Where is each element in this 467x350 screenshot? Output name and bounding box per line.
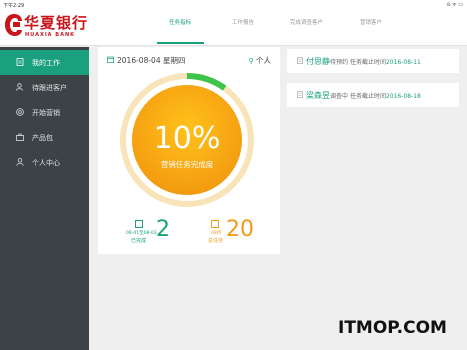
- sidebar-item-label: 开始营销: [32, 109, 60, 117]
- task-item-text: 付思静待预约 任务截止时间2016-08-11: [306, 56, 421, 67]
- scope-selector[interactable]: ⚲ 个人: [248, 55, 271, 66]
- status-icons: ⊙ ᯤ ▭: [446, 2, 463, 8]
- document-icon: [16, 58, 24, 66]
- status-time: 下午2:29: [3, 3, 25, 9]
- total-label: 总任务: [208, 238, 224, 244]
- sidebar-item-label: 我的工作: [32, 59, 60, 67]
- sidebar-item-my-work[interactable]: 我的工作: [0, 50, 89, 75]
- app-header: 华夏银行 HUAXIA BANK 任务指标 工作报告 完成调查客户 营销客户: [0, 9, 467, 46]
- sidebar-item-label: 产品包: [32, 134, 53, 142]
- sidebar-item-start-marketing[interactable]: 开始营销: [0, 100, 89, 125]
- bank-name: 华夏银行: [24, 14, 89, 32]
- tab-work-report[interactable]: 工作报告: [232, 18, 254, 26]
- completed-value: 2: [156, 217, 170, 242]
- task-status: 调查中: [330, 93, 349, 100]
- task-document-icon: [297, 91, 303, 98]
- task-document-icon: [297, 57, 303, 64]
- completion-caption: 营销任务完成度: [161, 159, 214, 169]
- sidebar-item-product-pack[interactable]: 产品包: [0, 125, 89, 150]
- active-tab-indicator: [157, 42, 204, 44]
- target-icon: [16, 108, 24, 116]
- sidebar-item-personal-center[interactable]: 个人中心: [0, 150, 89, 175]
- sidebar-item-label: 个人中心: [32, 159, 60, 167]
- bank-logo: 华夏银行 HUAXIA BANK: [4, 11, 88, 45]
- site-watermark: ITMOP.COM: [338, 318, 447, 338]
- task-customer-name: 梁森昱: [306, 91, 330, 100]
- tab-marketing-customers[interactable]: 营销客户: [360, 18, 382, 26]
- calendar-icon: [107, 56, 114, 63]
- completion-percent: 10%: [154, 121, 221, 156]
- app-screen: 下午2:29 ⊙ ᯤ ▭ 华夏银行 HUAXIA BANK 任务指标 工作报告 …: [0, 0, 467, 350]
- task-progress-card: 2016-08-04 星期四 ⚲ 个人 10% 营销任务完成度 08-01至08…: [98, 47, 280, 254]
- bank-logo-icon: [5, 14, 22, 36]
- completed-range: 08-01至08-03: [126, 231, 157, 236]
- task-status: 待预约: [330, 59, 349, 66]
- status-bar: 下午2:29 ⊙ ᯤ ▭: [0, 0, 467, 9]
- task-item[interactable]: 梁森昱调查中 任务截止时间2016-08-18: [287, 83, 459, 107]
- task-due-date: 2016-08-18: [385, 93, 421, 100]
- task-date-text: 2016-08-04 星期四: [117, 56, 186, 65]
- briefcase-icon: [16, 133, 24, 141]
- follow-user-icon: [16, 83, 23, 91]
- total-icon: [211, 220, 219, 228]
- sidebar: 我的工作 待跟进客户 开始营销 产品包 个人中心: [0, 47, 89, 350]
- total-range: 08月: [211, 231, 222, 236]
- task-due-label: 任务截止时间: [349, 59, 386, 66]
- bank-name-en: HUAXIA BANK: [25, 32, 76, 38]
- task-due-label: 任务截止时间: [349, 93, 386, 100]
- task-item-text: 梁森昱调查中 任务截止时间2016-08-18: [306, 90, 421, 101]
- scope-label: 个人: [256, 56, 271, 65]
- task-customer-name: 付思静: [306, 57, 330, 66]
- sidebar-item-follow-up-customers[interactable]: 待跟进客户: [0, 75, 89, 100]
- completed-label: 已完成: [131, 238, 147, 244]
- location-pin-icon: ⚲: [248, 57, 254, 65]
- sidebar-item-label: 待跟进客户: [32, 84, 67, 92]
- person-icon: [16, 158, 24, 166]
- tab-surveyed-customers[interactable]: 完成调查客户: [290, 18, 323, 26]
- completion-gauge: 10% 营销任务完成度: [120, 73, 254, 207]
- tab-task-indicators[interactable]: 任务指标: [169, 18, 191, 26]
- task-item[interactable]: 付思静待预约 任务截止时间2016-08-11: [287, 49, 459, 73]
- completed-icon: [135, 220, 143, 228]
- task-due-date: 2016-08-11: [385, 59, 421, 66]
- total-value: 20: [226, 217, 254, 242]
